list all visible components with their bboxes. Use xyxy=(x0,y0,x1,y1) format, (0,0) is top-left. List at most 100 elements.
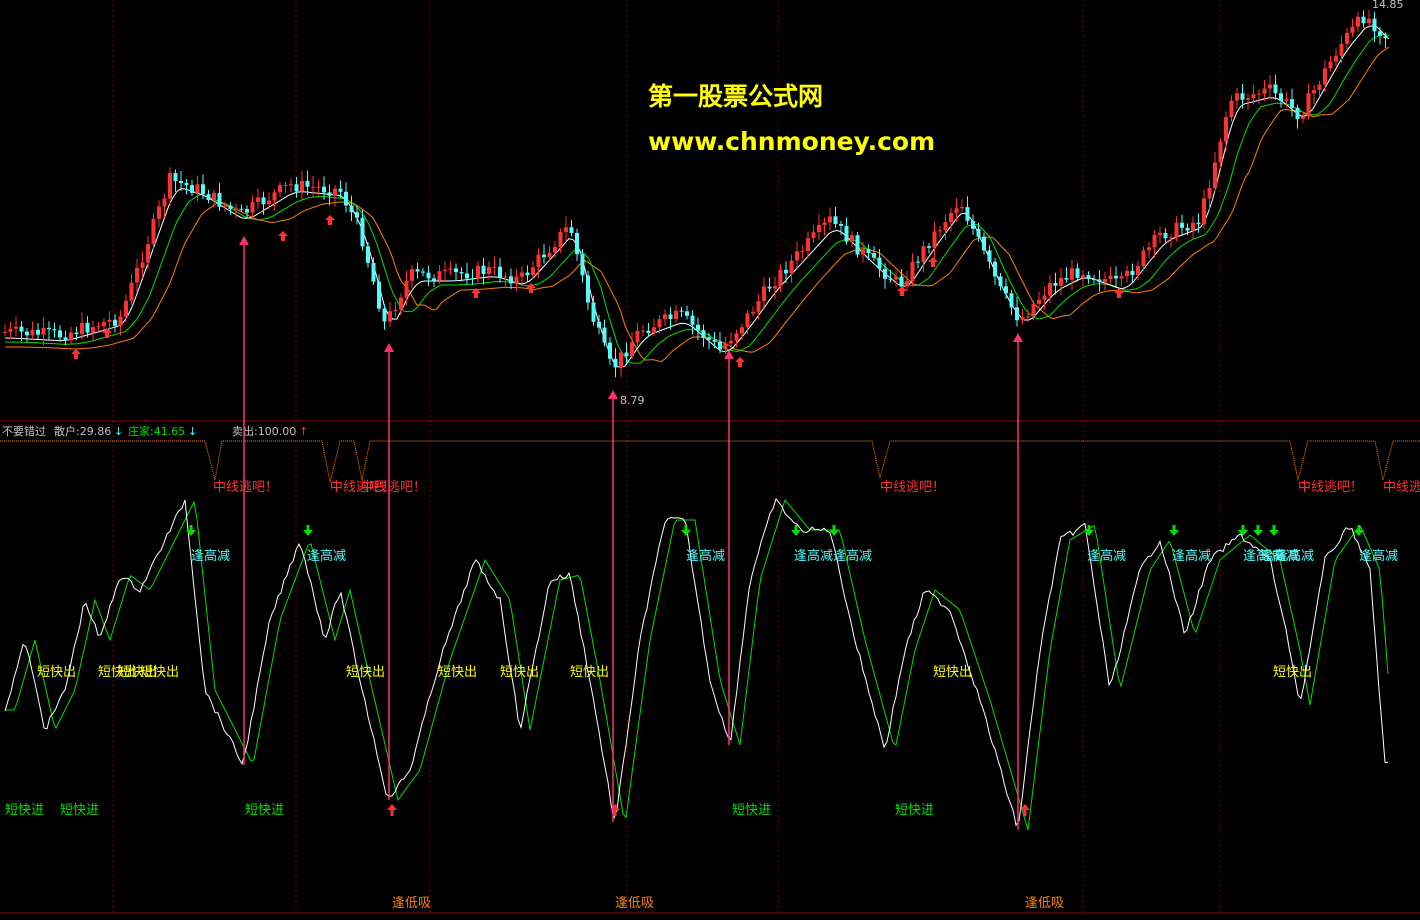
candle-body xyxy=(1224,117,1228,142)
candlestick xyxy=(173,169,178,192)
short-in-label: 短快进 xyxy=(732,803,771,818)
magenta-arrow-icon xyxy=(724,350,734,745)
candle-body xyxy=(443,269,447,272)
candle-body xyxy=(1152,234,1157,248)
magenta-arrow-icon xyxy=(608,390,618,822)
candle-body xyxy=(740,327,744,334)
candlestick xyxy=(443,260,447,281)
candle-body xyxy=(641,330,645,332)
candlestick xyxy=(795,241,799,269)
candlestick xyxy=(382,304,387,330)
short-out-label: 短快出 xyxy=(37,665,76,680)
candlestick xyxy=(492,256,497,275)
candle-body xyxy=(382,308,387,322)
candle-body xyxy=(239,208,244,210)
mid-escape-label: 中线逃吧！ xyxy=(880,480,945,495)
candle-body xyxy=(850,235,854,242)
candlestick xyxy=(1306,84,1311,120)
candlestick xyxy=(877,248,882,278)
candlestick xyxy=(366,242,370,268)
candle-body xyxy=(421,271,425,273)
arrow-stem xyxy=(105,333,109,338)
candlestick xyxy=(1191,216,1195,240)
candlestick xyxy=(580,249,585,283)
candle-body xyxy=(789,260,794,274)
candle-body xyxy=(1064,278,1069,280)
candle-body xyxy=(932,231,937,248)
candlestick xyxy=(63,330,68,346)
candle-body xyxy=(52,329,57,331)
candle-body xyxy=(822,222,827,225)
candle-body xyxy=(360,217,365,247)
candlestick xyxy=(1295,104,1300,129)
candle-body xyxy=(987,250,992,262)
candlestick xyxy=(58,325,62,342)
candle-body xyxy=(525,272,530,276)
arrow-stem xyxy=(931,262,935,267)
candle-body xyxy=(1251,94,1256,99)
candlestick xyxy=(525,265,530,283)
low-buy-label: 逢低吸 xyxy=(1025,896,1064,911)
candlestick xyxy=(1163,228,1168,243)
candle-body xyxy=(30,329,35,336)
candlestick xyxy=(850,230,854,248)
candlestick xyxy=(3,324,7,336)
arrow-stem xyxy=(529,288,533,293)
candlestick xyxy=(393,301,398,318)
candlestick xyxy=(789,254,794,283)
candle-body xyxy=(971,220,975,229)
candlestick xyxy=(784,261,788,284)
candlestick xyxy=(1086,271,1091,284)
candle-body xyxy=(514,276,519,284)
candle-body xyxy=(1240,93,1245,100)
candlestick xyxy=(80,312,84,340)
top-reduce-label: 逢高减 xyxy=(1172,548,1211,564)
candlestick xyxy=(740,323,744,340)
candle-body xyxy=(657,319,662,328)
short-out-label: 短快出 xyxy=(346,665,385,680)
stock-chart-canvas[interactable]: 第一股票公式网 www.chnmoney.com 14.85 8.79 不要错过… xyxy=(0,0,1420,916)
candle-body xyxy=(674,310,678,320)
candle-body xyxy=(762,286,766,302)
candle-body xyxy=(289,184,293,186)
candle-body xyxy=(960,207,964,209)
candlestick xyxy=(1317,80,1322,96)
candlestick xyxy=(1273,74,1278,100)
candle-body xyxy=(608,342,612,359)
arrow-head xyxy=(278,231,288,236)
candlestick xyxy=(635,322,640,346)
candlestick xyxy=(476,261,480,283)
candlestick xyxy=(410,264,414,288)
candlestick xyxy=(1119,271,1124,287)
candlestick xyxy=(1202,189,1206,230)
candlestick xyxy=(1356,12,1360,32)
candle-body xyxy=(454,268,458,273)
arrow-head xyxy=(186,530,196,536)
candle-body xyxy=(129,282,134,301)
candlestick xyxy=(1257,89,1261,104)
candle-body xyxy=(1235,93,1239,101)
arrow-head xyxy=(1084,530,1094,536)
candle-body xyxy=(393,309,398,312)
candlestick xyxy=(1323,60,1327,92)
candle-body xyxy=(1312,90,1316,94)
candle-body xyxy=(140,262,145,268)
mid-escape-label: 中线逃吧！ xyxy=(213,480,278,495)
candle-body xyxy=(223,205,227,207)
arrow-head xyxy=(1169,530,1179,536)
candle-body xyxy=(1268,84,1272,89)
red-up-arrow-icon xyxy=(325,215,335,225)
candle-body xyxy=(1185,227,1190,231)
candlestick xyxy=(690,310,695,335)
candlestick xyxy=(36,322,40,340)
candle-body xyxy=(954,208,959,213)
candle-body xyxy=(410,269,414,281)
candle-body xyxy=(828,216,832,223)
candlestick xyxy=(762,277,766,308)
candlestick xyxy=(217,183,222,211)
candlestick xyxy=(1064,267,1069,283)
candlestick xyxy=(943,214,948,240)
green-down-arrow-icon xyxy=(1269,525,1279,536)
red-up-arrow-icon xyxy=(278,231,288,241)
candlestick xyxy=(481,257,486,285)
